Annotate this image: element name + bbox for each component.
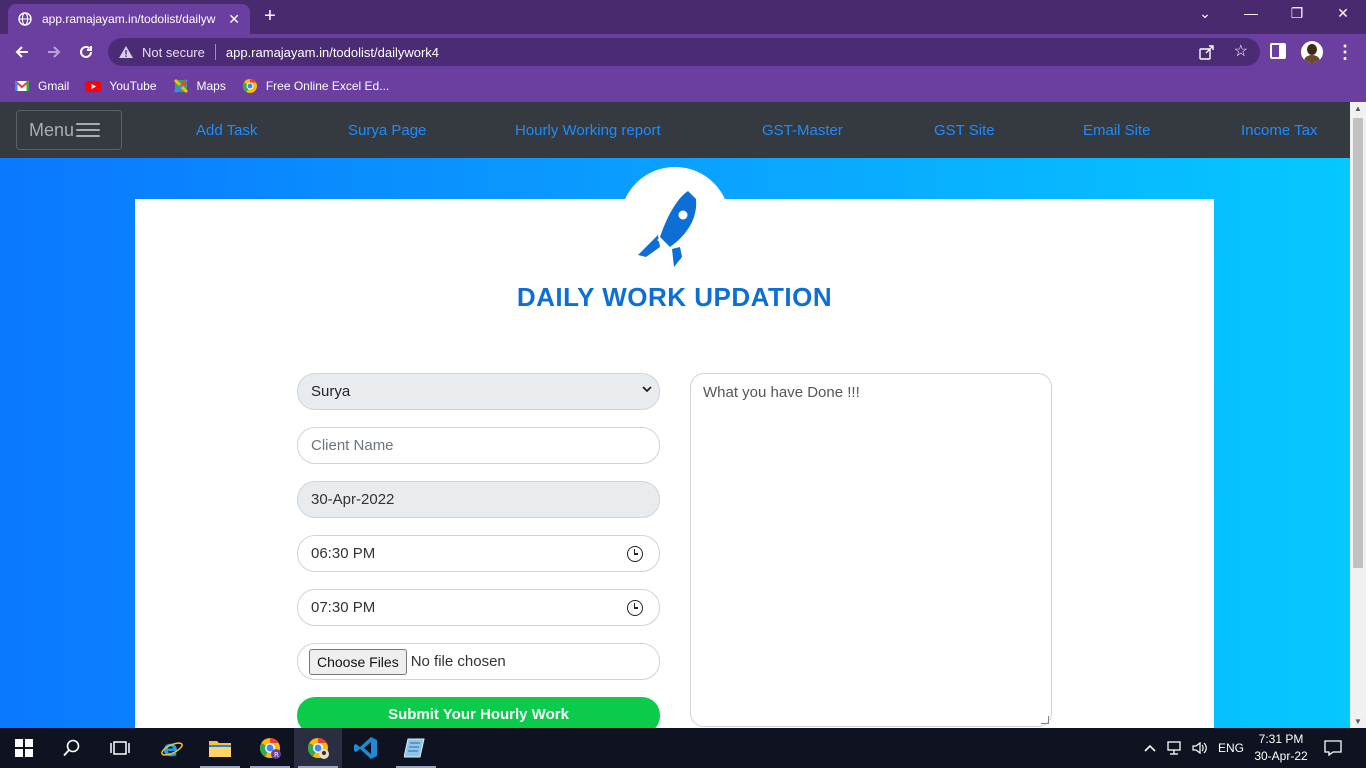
clock-icon[interactable]: [627, 600, 643, 616]
volume-icon[interactable]: [1191, 728, 1209, 768]
system-clock[interactable]: 7:31 PM 30-Apr-22: [1250, 731, 1312, 765]
windows-start-icon[interactable]: [0, 728, 48, 768]
close-tab-icon[interactable]: ✕: [228, 11, 240, 28]
end-time-value: 07:30 PM: [311, 599, 376, 616]
file-input[interactable]: Choose Files No file chosen: [297, 643, 660, 680]
bookmark-label: Gmail: [38, 79, 70, 93]
resize-handle[interactable]: [1041, 716, 1049, 724]
page-scrollbar[interactable]: ▲ ▼: [1350, 102, 1366, 728]
notifications-icon[interactable]: [1324, 728, 1342, 768]
bookmark-label: Free Online Excel Ed...: [265, 79, 390, 93]
menu-toggle-button[interactable]: Menu: [16, 110, 122, 150]
work-description-textarea[interactable]: What you have Done !!!: [690, 373, 1052, 727]
youtube-icon: [85, 78, 102, 94]
notes-app-icon[interactable]: [392, 728, 440, 768]
gmail-icon: [14, 78, 30, 94]
end-time-input[interactable]: 07:30 PM: [297, 589, 660, 626]
bookmark-star-icon[interactable]: ☆: [1234, 41, 1248, 61]
page-viewport: Menu Add Task Surya Page Hourly Working …: [0, 102, 1350, 728]
clock-time: 7:31 PM: [1258, 732, 1304, 746]
chrome-profile-icon[interactable]: R: [246, 728, 294, 768]
file-explorer-icon[interactable]: [196, 728, 244, 768]
internet-explorer-icon[interactable]: e: [148, 728, 196, 768]
date-field: 30-Apr-2022: [297, 481, 660, 518]
client-name-input[interactable]: Client Name: [297, 427, 660, 464]
nav-link-email-site[interactable]: Email Site: [1083, 122, 1151, 139]
language-indicator[interactable]: ENG: [1218, 728, 1244, 768]
client-name-placeholder: Client Name: [311, 437, 394, 454]
vscode-icon[interactable]: [342, 728, 390, 768]
file-status: No file chosen: [410, 653, 506, 670]
person-select[interactable]: Surya: [297, 373, 660, 410]
scroll-up-arrow-icon[interactable]: ▲: [1350, 104, 1366, 113]
omnibox-divider: [214, 44, 216, 60]
chevron-down-icon: [641, 383, 653, 398]
browser-tabstrip: app.ramajayam.in/todolist/daily​w ✕ + ⌄ …: [0, 0, 1366, 34]
chrome-icon: [242, 78, 258, 94]
share-icon[interactable]: [1198, 43, 1216, 61]
url-text[interactable]: app.ramajayam.in/todolist/dailywork4: [226, 45, 439, 60]
tab-search-icon[interactable]: ⌄: [1195, 5, 1215, 22]
restore-icon[interactable]: ❐: [1287, 5, 1307, 22]
svg-text:R: R: [274, 751, 279, 759]
globe-icon: [18, 12, 32, 26]
network-icon[interactable]: [1167, 728, 1185, 768]
search-icon[interactable]: [48, 728, 96, 768]
page-title: DAILY WORK UPDATION: [516, 282, 833, 312]
bookmark-label: YouTube: [109, 79, 157, 93]
forward-icon[interactable]: [42, 40, 66, 64]
nav-link-hourly-report[interactable]: Hourly Working report: [515, 122, 661, 139]
minimize-icon[interactable]: —: [1241, 5, 1261, 21]
side-panel-icon[interactable]: [1270, 43, 1286, 59]
hamburger-icon: [76, 121, 102, 139]
security-label[interactable]: Not secure: [142, 45, 205, 60]
person-select-value: Surya: [311, 383, 351, 400]
bookmark-excel[interactable]: Free Online Excel Ed...: [242, 78, 389, 94]
reload-icon[interactable]: [74, 40, 98, 64]
back-icon[interactable]: [10, 40, 34, 64]
tab-title: app.ramajayam.in/todolist/daily​w: [42, 12, 216, 26]
submit-button[interactable]: Submit Your Hourly Work: [297, 697, 660, 728]
browser-toolbar: Not secure app.ramajayam.in/todolist/dai…: [0, 34, 1366, 70]
address-bar[interactable]: Not secure app.ramajayam.in/todolist/dai…: [108, 38, 1260, 66]
bookmark-youtube[interactable]: YouTube: [85, 78, 157, 94]
date-value: 30-Apr-2022: [311, 491, 395, 508]
choose-files-button[interactable]: Choose Files: [309, 648, 407, 675]
menu-label: Menu: [29, 119, 75, 140]
scrollbar-thumb[interactable]: [1353, 118, 1363, 568]
nav-link-gst-master[interactable]: GST-Master: [762, 122, 843, 139]
start-time-input[interactable]: 06:30 PM: [297, 535, 660, 572]
windows-taskbar: e R ENG 7:31 PM 30-Apr-22: [0, 728, 1366, 768]
nav-link-income-tax[interactable]: Income Tax: [1241, 122, 1317, 139]
clock-icon[interactable]: [627, 546, 643, 562]
start-time-value: 06:30 PM: [311, 545, 376, 562]
nav-link-surya-page[interactable]: Surya Page: [348, 122, 426, 139]
form-card: [135, 199, 1214, 728]
task-view-icon[interactable]: [96, 728, 144, 768]
close-window-icon[interactable]: ✕: [1333, 5, 1353, 22]
maps-icon: [173, 78, 189, 94]
bookmark-label: Maps: [196, 79, 226, 93]
show-hidden-icons-chevron-icon[interactable]: [1143, 728, 1157, 768]
bookmarks-bar: Gmail YouTube Maps Free Online Excel Ed.…: [0, 70, 1366, 102]
menu-kebab-icon[interactable]: ⋮: [1336, 40, 1354, 64]
warning-icon[interactable]: [118, 45, 136, 59]
site-navbar: Menu Add Task Surya Page Hourly Working …: [0, 102, 1350, 158]
rocket-icon: [638, 191, 697, 267]
new-tab-button[interactable]: +: [260, 5, 280, 28]
bookmark-gmail[interactable]: Gmail: [14, 78, 69, 94]
logo-badge: [620, 167, 730, 277]
scroll-down-arrow-icon[interactable]: ▼: [1350, 717, 1366, 726]
bookmark-maps[interactable]: Maps: [173, 78, 226, 94]
chrome-active-icon[interactable]: [294, 728, 342, 768]
nav-link-gst-site[interactable]: GST Site: [934, 122, 995, 139]
profile-avatar[interactable]: [1301, 41, 1323, 63]
clock-date: 30-Apr-22: [1254, 749, 1308, 763]
work-description-placeholder: What you have Done !!!: [703, 384, 860, 401]
nav-link-add-task[interactable]: Add Task: [196, 122, 257, 139]
browser-tab[interactable]: app.ramajayam.in/todolist/daily​w ✕: [8, 4, 250, 34]
